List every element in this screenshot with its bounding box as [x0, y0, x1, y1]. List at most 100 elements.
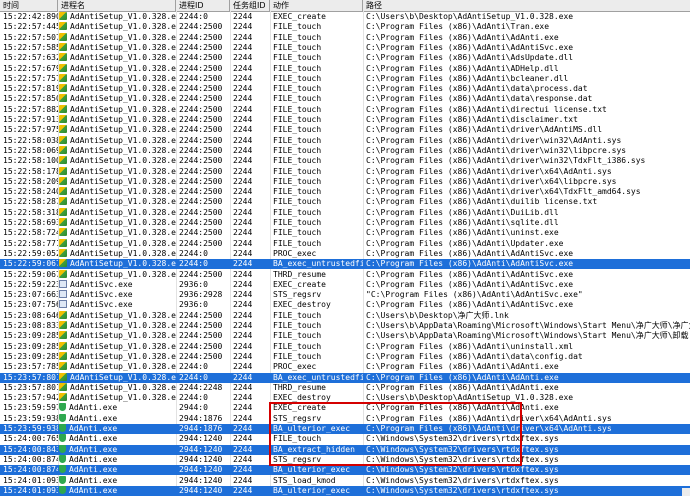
- table-row[interactable]: 15:22:42:890 AdAntiSetup_V1.0.328.exe 2244…: [0, 12, 690, 22]
- table-row[interactable]: 15:22:59:052 AdAntiSetup_V1.0.328.exe 2244…: [0, 248, 690, 259]
- table-row[interactable]: 15:22:57:975 AdAntiSetup_V1.0.328.exe 2244…: [0, 125, 690, 135]
- table-row[interactable]: 15:23:57:801 AdAntiSetup_V1.0.328.exe 2244…: [0, 382, 690, 393]
- table-row[interactable]: 15:22:58:209 AdAntiSetup_V1.0.328.exe 2244…: [0, 176, 690, 187]
- table-row[interactable]: 15:23:57:942 AdAntiSetup_V1.0.328.exe 2244…: [0, 393, 690, 403]
- process-cell: AdAnti.exe: [58, 485, 176, 496]
- column-header-task-group[interactable]: 任务组ID: [230, 0, 270, 11]
- process-cell: AdAntiSetup_V1.0.328.exe: [58, 176, 176, 187]
- process-name: AdAntiSetup_V1.0.328.exe: [70, 393, 176, 403]
- task-group-cell: 2244: [233, 475, 253, 485]
- task-group-cell: 2244: [233, 362, 253, 372]
- table-row[interactable]: 15:23:09:285 AdAntiSetup_V1.0.328.exe 2244…: [0, 331, 690, 341]
- column-header-pid[interactable]: 进程ID: [176, 0, 230, 11]
- table-row[interactable]: 15:23:59:938 AdAnti.exe 2944:1876 2244 STS_r…: [0, 413, 690, 424]
- column-header-time[interactable]: 时间: [0, 0, 58, 11]
- path-cell: C:\Windows\System32\drivers\rtdxftex.sys: [366, 475, 559, 485]
- process-cell: AdAntiSetup_V1.0.328.exe: [58, 321, 176, 331]
- table-row[interactable]: 15:24:00:874 AdAnti.exe 2944:1240 2244 BA_ul…: [0, 465, 690, 476]
- pid-cell: 2244:0: [179, 372, 208, 382]
- path-cell: C:\Program Files (x86)\AdAnti\disclaimer…: [366, 115, 578, 124]
- table-row[interactable]: 15:22:57:632 AdAntiSetup_V1.0.328.exe 2244…: [0, 53, 690, 63]
- table-row[interactable]: 15:22:59:067 AdAntiSetup_V1.0.328.exe 2244…: [0, 259, 690, 270]
- process-cell: AdAntiSetup_V1.0.328.exe: [58, 238, 176, 249]
- pid-cell: 2244:2500: [179, 228, 223, 238]
- table-row[interactable]: 15:22:57:850 AdAntiSetup_V1.0.328.exe 2244…: [0, 94, 690, 104]
- column-header-path[interactable]: 路径: [363, 0, 690, 11]
- table-row[interactable]: 15:23:57:801 AdAntiSetup_V1.0.328.exe 2244…: [0, 372, 690, 383]
- table-row[interactable]: 15:24:00:765 AdAnti.exe 2944:1240 2244 FILE_…: [0, 434, 690, 444]
- table-row[interactable]: 15:22:58:693 AdAntiSetup_V1.0.328.exe 2244…: [0, 218, 690, 228]
- task-group-cell: 2244: [233, 73, 253, 83]
- table-row[interactable]: 15:22:57:679 AdAntiSetup_V1.0.328.exe 2244…: [0, 63, 690, 74]
- pid-cell: 2244:0: [179, 362, 208, 372]
- table-row[interactable]: 15:22:58:178 AdAntiSetup_V1.0.328.exe 2244…: [0, 166, 690, 177]
- task-group-cell: 2244: [233, 135, 253, 145]
- table-row[interactable]: 15:23:09:285 AdAntiSetup_V1.0.328.exe 2244…: [0, 341, 690, 352]
- table-row[interactable]: 15:22:59:223 AdAntiSvc.exe 2936:0 2244 EXEC_…: [0, 279, 690, 290]
- path-cell: C:\Program Files (x86)\AdAnti\driver\AdA…: [366, 125, 603, 135]
- table-row[interactable]: 15:22:58:771 AdAntiSetup_V1.0.328.exe 2244…: [0, 238, 690, 249]
- resize-grip[interactable]: [682, 488, 690, 496]
- process-cell: AdAnti.exe: [58, 403, 176, 413]
- path-cell: C:\Program Files (x86)\AdAnti\DuiLib.dll: [366, 207, 559, 217]
- table-row[interactable]: 15:22:57:507 AdAntiSetup_V1.0.328.exe 2244…: [0, 32, 690, 43]
- table-row[interactable]: 15:22:58:038 AdAntiSetup_V1.0.328.exe 2244…: [0, 135, 690, 146]
- table-row[interactable]: 15:23:09:285 AdAntiSetup_V1.0.328.exe 2244…: [0, 351, 690, 362]
- process-cell: AdAntiSetup_V1.0.328.exe: [58, 382, 176, 393]
- table-row[interactable]: 15:23:07:663 AdAntiSvc.exe 2936:2928 2244 ST…: [0, 290, 690, 300]
- table-row[interactable]: 15:23:57:785 AdAntiSetup_V1.0.328.exe 2244…: [0, 362, 690, 372]
- process-cell: AdAnti.exe: [58, 465, 176, 475]
- path-cell: C:\Program Files (x86)\AdAnti\data\proce…: [366, 84, 588, 94]
- table-row[interactable]: 15:22:57:819 AdAntiSetup_V1.0.328.exe 2244…: [0, 84, 690, 94]
- action-cell: EXEC_create: [273, 403, 326, 413]
- table-row[interactable]: 15:22:58:724 AdAntiSetup_V1.0.328.exe 2244…: [0, 228, 690, 238]
- table-row[interactable]: 15:22:59:067 AdAntiSetup_V1.0.328.exe 2244…: [0, 269, 690, 280]
- table-row[interactable]: 15:22:57:882 AdAntiSetup_V1.0.328.exe 2244…: [0, 104, 690, 115]
- table-row[interactable]: 15:23:08:646 AdAntiSetup_V1.0.328.exe 2244…: [0, 310, 690, 321]
- time-cell: 15:22:59:067: [3, 269, 58, 279]
- column-header-action[interactable]: 动作: [270, 0, 363, 11]
- table-row[interactable]: 15:23:08:833 AdAntiSetup_V1.0.328.exe 2244…: [0, 321, 690, 331]
- path-cell: C:\Program Files (x86)\AdAnti\AdsUpdate.…: [366, 53, 574, 63]
- table-row[interactable]: 15:22:57:585 AdAntiSetup_V1.0.328.exe 2244…: [0, 42, 690, 53]
- table-row[interactable]: 15:22:57:913 AdAntiSetup_V1.0.328.exe 2244…: [0, 115, 690, 125]
- pid-cell: 2244:2248: [179, 382, 223, 392]
- table-row[interactable]: 15:24:00:843 AdAnti.exe 2944:1240 2244 BA_ex…: [0, 444, 690, 455]
- process-cell: AdAntiSetup_V1.0.328.exe: [58, 84, 176, 94]
- table-row[interactable]: 15:22:58:318 AdAntiSetup_V1.0.328.exe 2244…: [0, 207, 690, 218]
- table-row[interactable]: 15:22:58:069 AdAntiSetup_V1.0.328.exe 2244…: [0, 145, 690, 156]
- process-cell: AdAntiSetup_V1.0.328.exe: [58, 104, 176, 115]
- table-row[interactable]: 15:22:57:445 AdAntiSetup_V1.0.328.exe 2244…: [0, 22, 690, 32]
- pid-cell: 2944:1240: [179, 454, 223, 464]
- task-group-cell: 2244: [233, 434, 253, 444]
- action-cell: FILE_touch: [273, 156, 322, 166]
- table-row[interactable]: 15:24:01:093 AdAnti.exe 2944:1240 2244 STS_l…: [0, 475, 690, 486]
- task-group-cell: 2244: [233, 197, 253, 207]
- process-cell: AdAntiSetup_V1.0.328.exe: [58, 259, 176, 269]
- table-row[interactable]: 15:23:07:756 AdAntiSvc.exe 2936:0 2244 EXEC_…: [0, 300, 690, 310]
- path-cell: C:\Program Files (x86)\AdAnti\data\confi…: [366, 351, 583, 361]
- table-row[interactable]: 15:22:57:757 AdAntiSetup_V1.0.328.exe 2244…: [0, 73, 690, 84]
- table-row[interactable]: 15:23:59:938 AdAnti.exe 2944:1876 2244 BA_ul…: [0, 424, 690, 435]
- column-header-process[interactable]: 进程名: [58, 0, 176, 11]
- pid-cell: 2244:2500: [179, 63, 223, 73]
- pid-cell: 2936:0: [179, 300, 208, 310]
- table-row[interactable]: 15:22:58:240 AdAntiSetup_V1.0.328.exe 2244…: [0, 187, 690, 197]
- table-row[interactable]: 15:22:58:287 AdAntiSetup_V1.0.328.exe 2244…: [0, 197, 690, 207]
- table-row[interactable]: 15:23:59:597 AdAnti.exe 2944:0 2244 EXEC_cre…: [0, 403, 690, 413]
- path-cell: C:\Program Files (x86)\AdAnti\AdAntiSvc.…: [366, 259, 574, 269]
- process-cell: AdAntiSetup_V1.0.328.exe: [58, 94, 176, 104]
- table-row[interactable]: 15:22:58:100 AdAntiSetup_V1.0.328.exe 2244…: [0, 156, 690, 166]
- table-row[interactable]: 15:24:00:874 AdAnti.exe 2944:1240 2244 STS_r…: [0, 454, 690, 465]
- time-cell: 15:23:59:938: [3, 424, 58, 433]
- task-group-cell: 2244: [233, 166, 253, 176]
- path-cell: C:\Windows\System32\drivers\rtdxftex.sys: [366, 434, 559, 444]
- path-cell: C:\Program Files (x86)\AdAnti\driver\x64…: [366, 187, 641, 197]
- installer-icon: [59, 94, 67, 103]
- task-group-cell: 2244: [233, 444, 253, 454]
- process-cell: AdAntiSetup_V1.0.328.exe: [58, 166, 176, 177]
- table-row[interactable]: 15:24:01:093 AdAnti.exe 2944:1240 2244 BA_ul…: [0, 485, 690, 496]
- process-cell: AdAntiSetup_V1.0.328.exe: [58, 228, 176, 238]
- process-name: AdAntiSetup_V1.0.328.exe: [70, 197, 176, 207]
- action-cell: FILE_touch: [273, 434, 322, 444]
